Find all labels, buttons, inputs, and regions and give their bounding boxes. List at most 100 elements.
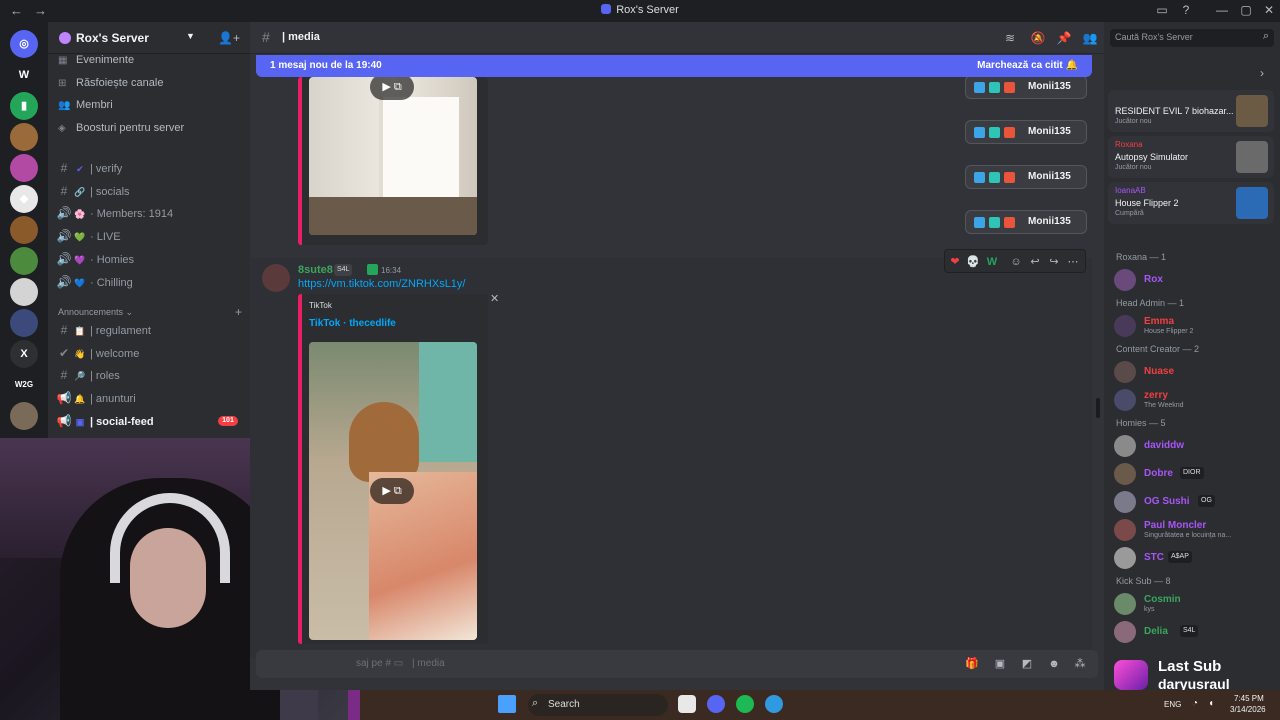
server-icon-server-white[interactable]: ◆ <box>10 185 38 213</box>
member-item[interactable]: Emma House Flipper 2 <box>1110 312 1274 340</box>
server-icon-server-anime[interactable] <box>10 309 38 337</box>
server-icon-server-green[interactable]: ▮ <box>10 92 38 120</box>
channel-0-announcements[interactable]: # 📋 | regulament <box>56 320 242 340</box>
gift-icon[interactable]: 🎁 <box>964 656 980 672</box>
w-reaction[interactable]: W <box>984 254 1000 270</box>
server-icon-server-rox[interactable] <box>10 154 38 182</box>
channel-4-announcements[interactable]: 📢 ▣ | social-feed 101 <box>56 411 242 431</box>
video-thumbnail-door[interactable] <box>309 77 477 235</box>
taskbar-search[interactable]: ⌕ Search <box>528 694 668 716</box>
category-announcements[interactable]: Announcements ⌄ + <box>58 305 244 319</box>
clock-time[interactable]: 7:45 PM <box>1234 694 1264 703</box>
member-item[interactable]: Nuase <box>1110 358 1274 386</box>
volume-icon[interactable]: ◖ <box>1208 698 1214 709</box>
apps-icon[interactable]: ⁂ <box>1072 656 1088 672</box>
user-pill[interactable]: Monii135 <box>965 75 1087 99</box>
chat-scrollbar[interactable] <box>1096 398 1100 418</box>
member-list-icon[interactable]: 👥 <box>1082 30 1098 46</box>
server-icon-server-w[interactable]: W <box>10 61 38 89</box>
embed-title[interactable]: TikTok · thecedlife <box>309 318 396 329</box>
webcam-face <box>130 528 206 628</box>
channel-3-announcements[interactable]: 📢 🔔 | anunturi <box>56 388 242 408</box>
nav-browse[interactable]: ⊞ Răsfoiește canale <box>58 73 244 93</box>
message-composer[interactable]: saj pe # ▭ | media 🎁 ▣ ◩ ☻ ⁂ <box>256 650 1098 678</box>
search-input[interactable]: Caută Rox's Server ⌕ <box>1110 29 1274 47</box>
close-embed-icon[interactable]: ✕ <box>490 292 499 305</box>
server-icon-server-fire[interactable] <box>10 123 38 151</box>
reply-icon[interactable]: ↩ <box>1027 254 1043 270</box>
notification-mute-icon[interactable]: 🔕 <box>1030 30 1046 46</box>
maximize-icon[interactable]: ▢ <box>1238 2 1254 18</box>
play-icon[interactable]: ▶ ⧉ <box>370 74 414 100</box>
message-link[interactable]: https://vm.tiktok.com/ZNRHXsL1y/ <box>298 278 465 290</box>
discord-taskbar-icon[interactable] <box>707 695 725 713</box>
channel-0-channels[interactable]: # ✔ | verify <box>56 158 242 178</box>
inbox-icon[interactable]: ▭ <box>1154 2 1170 18</box>
user-pill[interactable]: Monii135 <box>965 120 1087 144</box>
emoji-icon[interactable]: ☻ <box>1046 656 1062 672</box>
channel-emoji-icon: 👋 <box>74 348 86 359</box>
invite-people-icon[interactable]: 👤+ <box>218 31 240 45</box>
channel-emoji-icon: 🌸 <box>74 209 86 220</box>
forward-icon[interactable]: ↪ <box>1046 254 1062 270</box>
heart-reaction-icon[interactable]: ❤ <box>947 254 963 270</box>
mark-read-button[interactable]: Marchează ca citit 🔔 <box>977 60 1078 71</box>
member-item[interactable]: Paul Moncler Singurătatea e locuința na..… <box>1110 516 1274 544</box>
sticker-icon[interactable]: ◩ <box>1019 656 1035 672</box>
channel-emoji-icon: 📋 <box>74 326 86 336</box>
edge-icon[interactable] <box>765 695 783 713</box>
nav-boost[interactable]: ◈ Boosturi pentru server <box>58 118 244 138</box>
channel-1-channels[interactable]: # 🔗 | socials <box>56 181 242 201</box>
member-item[interactable]: Rox <box>1110 266 1274 294</box>
message-author[interactable]: 8sute8 <box>298 264 333 276</box>
gif-icon[interactable]: ▣ <box>992 656 1008 672</box>
channel-2-channels[interactable]: 🔊 🌸 · Members: 1914 <box>56 203 242 223</box>
file-explorer-icon[interactable] <box>678 695 696 713</box>
server-icon-server-last[interactable] <box>10 402 38 430</box>
threads-icon[interactable]: ≋ <box>1002 30 1018 46</box>
member-item[interactable]: STC A$AP <box>1110 544 1274 572</box>
skull-reaction-icon[interactable]: 💀 <box>965 254 981 270</box>
member-item[interactable]: zerry The Weeknd <box>1110 386 1274 414</box>
server-icon-server-w2g[interactable]: W2G <box>10 371 38 399</box>
member-item[interactable]: Delia S4L <box>1110 618 1274 646</box>
activity-card[interactable]: Autopsy Simulator Jucător nou Roxana <box>1108 136 1274 178</box>
activity-card[interactable]: RESIDENT EVIL 7 biohazar... Jucător nou <box>1108 90 1274 132</box>
user-pill[interactable]: Monii135 <box>965 210 1087 234</box>
member-item[interactable]: Cosmin kys <box>1110 590 1274 618</box>
server-icon-server-x[interactable]: X <box>10 340 38 368</box>
member-item[interactable]: Dobre DIOR <box>1110 460 1274 488</box>
member-item[interactable]: OG Sushi OG <box>1110 488 1274 516</box>
channel-3-channels[interactable]: 🔊 💚 · LIVE <box>56 226 242 246</box>
spotify-icon[interactable] <box>736 695 754 713</box>
add-channel-icon[interactable]: + <box>235 305 242 319</box>
clock-date[interactable]: 3/14/2026 <box>1230 705 1266 714</box>
wifi-icon[interactable]: ◔ <box>1192 698 1198 709</box>
close-icon[interactable]: ✕ <box>1261 2 1277 18</box>
member-item[interactable]: daviddw <box>1110 432 1274 460</box>
more-options-icon[interactable]: ⋯ <box>1065 254 1081 270</box>
nav-calendar[interactable]: ▦ Evenimente <box>58 50 244 70</box>
add-reaction-icon[interactable]: ☺ <box>1008 254 1024 270</box>
server-icon-server-nature[interactable] <box>10 247 38 275</box>
avatar[interactable] <box>262 264 290 292</box>
new-messages-bar[interactable]: 1 mesaj nou de la 19:40 Marchează ca cit… <box>256 55 1092 77</box>
channel-2-announcements[interactable]: # 🔎 | roles <box>56 365 242 385</box>
windows-start-icon[interactable] <box>498 695 516 713</box>
server-icon-server-avatar[interactable] <box>10 216 38 244</box>
channel-5-channels[interactable]: 🔊 💙 · Chilling <box>56 272 242 292</box>
channel-label: | anunturi <box>90 393 136 406</box>
nav-members[interactable]: 👥 Membri <box>58 95 244 115</box>
pin-icon[interactable]: 📌 <box>1056 30 1072 46</box>
user-pill[interactable]: Monii135 <box>965 165 1087 189</box>
help-icon[interactable]: ? <box>1178 2 1194 18</box>
server-icon-discord-home[interactable]: ◎ <box>10 30 38 58</box>
chevron-right-icon[interactable]: › <box>1260 66 1264 80</box>
channel-4-channels[interactable]: 🔊 💜 · Homies <box>56 249 242 269</box>
play-icon[interactable]: ▶ ⧉ <box>370 478 414 504</box>
activity-card[interactable]: House Flipper 2 Cumpără IoanaAB <box>1108 182 1274 224</box>
minimize-icon[interactable]: — <box>1214 2 1230 18</box>
language-indicator[interactable]: ENG <box>1164 700 1181 709</box>
server-icon-server-dog[interactable] <box>10 278 38 306</box>
channel-1-announcements[interactable]: ✔ 👋 | welcome <box>56 343 242 363</box>
